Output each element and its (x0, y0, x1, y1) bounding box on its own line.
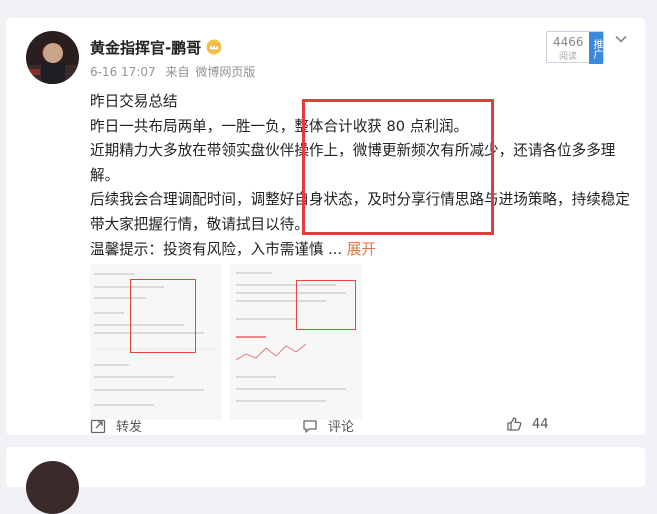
avatar[interactable] (26, 461, 79, 514)
post-image[interactable] (90, 264, 222, 420)
like-icon (507, 417, 522, 431)
action-bar: 转发 评论 44 (6, 416, 645, 440)
like-button[interactable]: 44 (506, 416, 549, 432)
read-count-badge[interactable]: 4466 阅读 推广 (546, 31, 604, 64)
red-highlight-box (302, 99, 494, 235)
post-time[interactable]: 6-16 17:07 (90, 65, 156, 79)
expand-link[interactable]: 展开 (347, 241, 376, 258)
ellipsis: ... (323, 240, 347, 258)
image-gallery (90, 264, 362, 420)
comment-label: 评论 (328, 420, 355, 435)
comment-button[interactable]: 评论 (302, 416, 354, 435)
promo-tag: 推广 (589, 32, 603, 64)
author-name[interactable]: 黄金指挥官-鹏哥 (90, 37, 201, 58)
source-prefix: 来自 (165, 65, 190, 79)
post-meta: 6-16 17:07 来自 微博网页版 (90, 63, 261, 80)
read-label: 阅读 (559, 52, 578, 62)
crown-icon (206, 39, 222, 55)
repost-button[interactable]: 转发 (90, 416, 142, 435)
read-count: 4466 (553, 35, 584, 49)
comment-icon (303, 419, 317, 433)
repost-label: 转发 (116, 420, 143, 435)
chevron-down-icon[interactable] (614, 32, 628, 46)
weibo-post-card: 黄金指挥官-鹏哥 6-16 17:07 来自 微博网页版 4466 阅读 推广 … (6, 18, 645, 435)
next-post-card (6, 447, 645, 514)
like-count: 44 (532, 416, 549, 432)
paragraph-last: 温馨提示：投资有风险，入市需谨慎 ... 展开 (90, 238, 634, 263)
avatar[interactable] (26, 31, 79, 84)
risk-warning: 温馨提示：投资有风险，入市需谨慎 (90, 240, 324, 258)
repost-icon (90, 419, 106, 433)
post-source[interactable]: 微博网页版 (195, 65, 255, 79)
post-image[interactable] (230, 264, 362, 420)
